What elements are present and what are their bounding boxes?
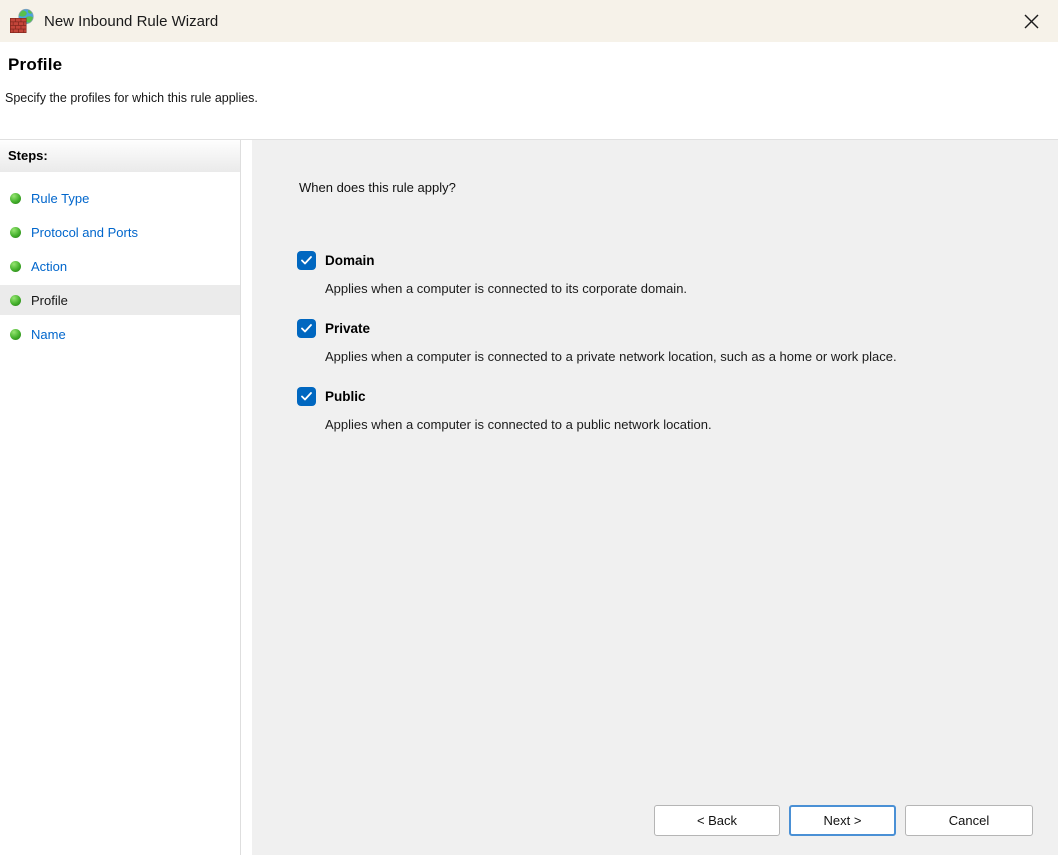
green-bullet-icon <box>10 226 21 238</box>
next-button[interactable]: Next > <box>789 805 896 836</box>
public-checkbox[interactable] <box>297 387 316 406</box>
profile-group-private: Private Applies when a computer is conne… <box>297 319 1058 367</box>
step-item-name[interactable]: Name <box>0 319 240 349</box>
step-label: Profile <box>31 292 68 308</box>
domain-description: Applies when a computer is connected to … <box>325 281 688 296</box>
private-description: Applies when a computer is connected to … <box>325 349 897 364</box>
steps-sidebar: Steps: Rule Type Protocol and Ports Acti… <box>0 140 241 855</box>
step-label: Name <box>31 326 66 342</box>
cancel-button[interactable]: Cancel <box>905 805 1033 836</box>
step-item-rule-type[interactable]: Rule Type <box>0 183 240 213</box>
private-checkbox[interactable] <box>297 319 316 338</box>
green-bullet-icon <box>10 192 21 204</box>
private-label[interactable]: Private <box>325 321 370 336</box>
close-button[interactable] <box>1014 4 1048 38</box>
checkmark-icon <box>301 256 312 265</box>
back-button[interactable]: < Back <box>654 805 780 836</box>
step-item-profile[interactable]: Profile <box>0 285 240 315</box>
green-bullet-icon <box>10 294 21 306</box>
steps-heading: Steps: <box>0 140 240 172</box>
page-subtitle: Specify the profiles for which this rule… <box>5 91 258 105</box>
sidebar-divider <box>241 140 252 855</box>
green-bullet-icon <box>10 260 21 272</box>
page-header: Profile Specify the profiles for which t… <box>0 42 1058 139</box>
profile-group-public: Public Applies when a computer is connec… <box>297 387 1058 435</box>
profile-panel: When does this rule apply? Domain Applie… <box>252 140 1058 855</box>
public-description: Applies when a computer is connected to … <box>325 417 712 432</box>
panel-question: When does this rule apply? <box>299 180 456 195</box>
steps-list: Rule Type Protocol and Ports Action Prof… <box>0 172 240 349</box>
domain-checkbox-row[interactable]: Domain <box>297 251 1058 270</box>
firewall-icon <box>9 8 35 34</box>
close-icon <box>1024 14 1038 28</box>
private-checkbox-row[interactable]: Private <box>297 319 1058 338</box>
public-checkbox-row[interactable]: Public <box>297 387 1058 406</box>
wizard-buttons: < Back Next > Cancel <box>654 805 1033 836</box>
step-item-protocol-and-ports[interactable]: Protocol and Ports <box>0 217 240 247</box>
step-label: Action <box>31 258 68 274</box>
checkmark-icon <box>301 392 312 401</box>
public-label[interactable]: Public <box>325 389 366 404</box>
green-bullet-icon <box>10 328 21 340</box>
page-title: Profile <box>8 55 63 74</box>
step-label: Protocol and Ports <box>31 224 138 240</box>
titlebar: New Inbound Rule Wizard <box>0 0 1058 42</box>
window-title: New Inbound Rule Wizard <box>44 12 219 30</box>
domain-label[interactable]: Domain <box>325 253 375 268</box>
checkmark-icon <box>301 324 312 333</box>
step-item-action[interactable]: Action <box>0 251 240 281</box>
step-label: Rule Type <box>31 190 90 206</box>
profile-group-domain: Domain Applies when a computer is connec… <box>297 251 1058 299</box>
profile-options: Domain Applies when a computer is connec… <box>297 251 1058 435</box>
domain-checkbox[interactable] <box>297 251 316 270</box>
